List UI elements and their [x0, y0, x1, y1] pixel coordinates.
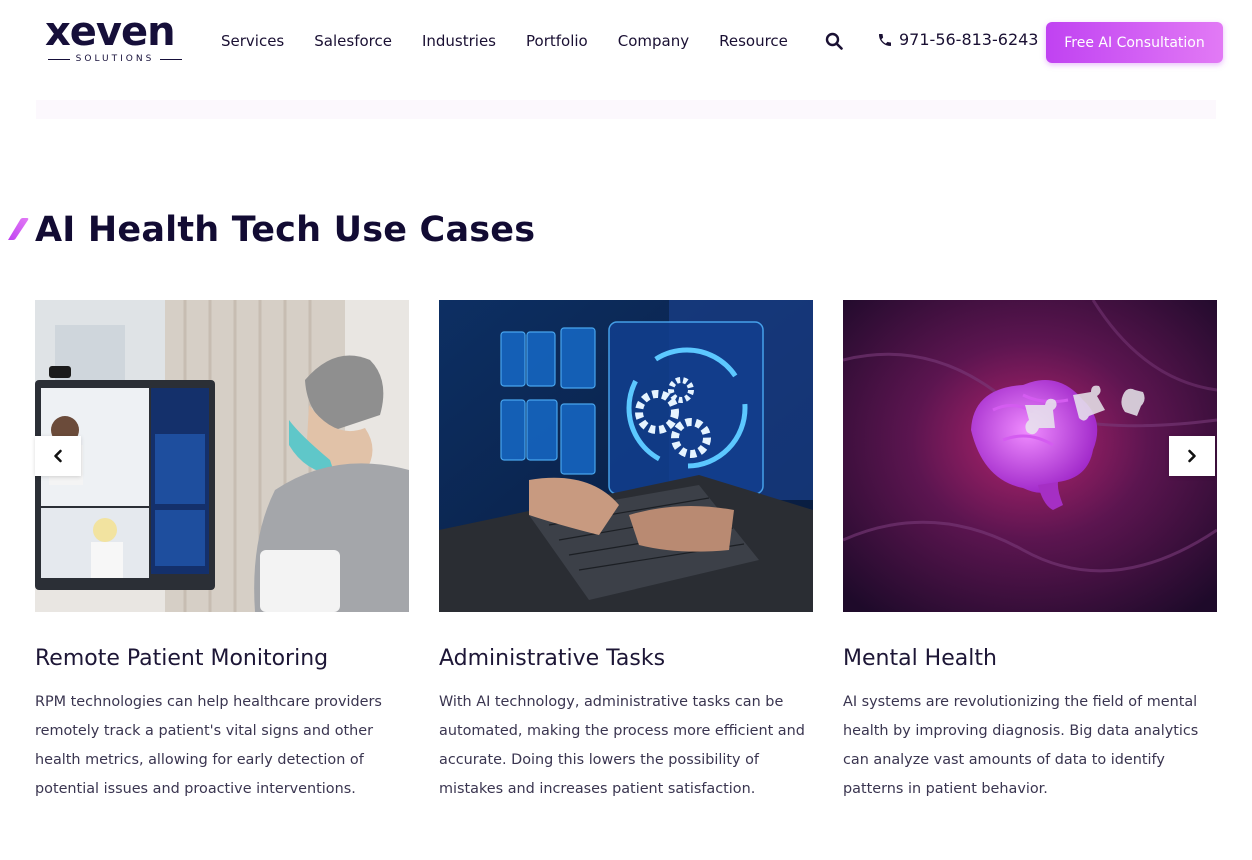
nav-salesforce[interactable]: Salesforce	[314, 31, 392, 51]
logo-subtitle: SOLUTIONS	[45, 54, 185, 64]
logo-subtitle-text: SOLUTIONS	[75, 54, 155, 64]
main-nav: Services Salesforce Industries Portfolio…	[221, 31, 788, 51]
search-icon[interactable]	[825, 32, 843, 50]
card-image-administrative	[439, 300, 813, 612]
section-title: AI Health Tech Use Cases	[35, 210, 536, 250]
top-band	[36, 100, 1216, 119]
nav-industries[interactable]: Industries	[422, 31, 496, 51]
phone-number: 971-56-813-6243	[899, 30, 1039, 49]
phone-icon	[879, 33, 891, 46]
nav-resource[interactable]: Resource	[719, 31, 788, 51]
use-case-card: Administrative Tasks With AI technology,…	[439, 300, 813, 797]
card-description: AI systems are revolutionizing the field…	[843, 694, 1199, 797]
nav-portfolio[interactable]: Portfolio	[526, 31, 588, 51]
nav-services[interactable]: Services	[221, 31, 284, 51]
card-image-remote-monitoring	[35, 300, 409, 612]
site-header: xeven SOLUTIONS Services Salesforce Indu…	[0, 0, 1252, 84]
card-title: Administrative Tasks	[439, 646, 666, 671]
carousel-next-button[interactable]	[1169, 436, 1215, 476]
card-description: With AI technology, administrative tasks…	[439, 694, 805, 797]
free-consultation-button[interactable]: Free AI Consultation	[1046, 22, 1223, 63]
phone-link[interactable]: 971-56-813-6243	[877, 30, 1038, 49]
use-case-card: Remote Patient Monitoring RPM technologi…	[35, 300, 409, 797]
card-image-mental-health	[843, 300, 1217, 612]
title-accent-icon	[8, 218, 29, 240]
card-description: RPM technologies can help healthcare pro…	[35, 694, 382, 797]
chevron-left-icon	[54, 449, 62, 463]
chevron-right-icon	[1188, 449, 1196, 463]
card-title: Mental Health	[843, 646, 997, 671]
card-title: Remote Patient Monitoring	[35, 646, 329, 671]
logo[interactable]: xeven SOLUTIONS	[45, 10, 187, 70]
nav-company[interactable]: Company	[618, 31, 689, 51]
logo-wordmark: xeven	[45, 9, 176, 55]
use-case-card: Mental Health AI systems are revolutioni…	[843, 300, 1217, 797]
carousel-prev-button[interactable]	[35, 436, 81, 476]
